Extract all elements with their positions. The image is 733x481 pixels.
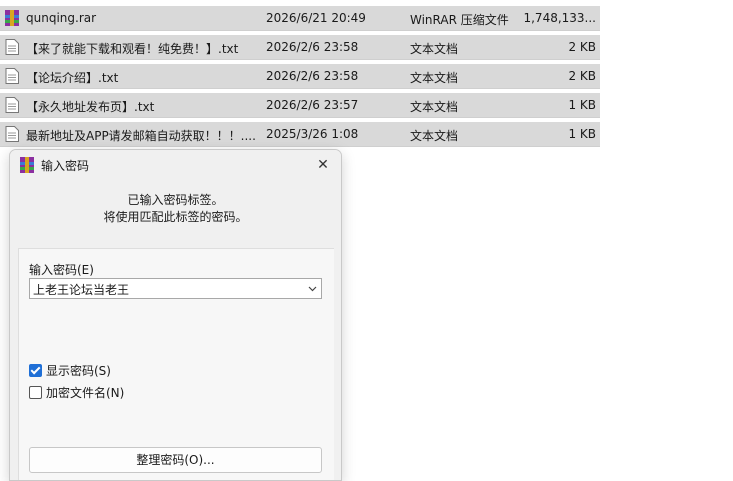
file-size: 2 KB (568, 40, 596, 54)
file-type: 文本文档 (410, 71, 459, 85)
file-row[interactable]: qunqing.rar 2026/6/21 20:49 WinRAR 压缩文件 … (0, 6, 600, 31)
show-password-checkbox[interactable] (29, 364, 42, 377)
encrypt-names-label: 加密文件名(N) (46, 386, 125, 400)
file-date: 2025/3/26 1:08 (266, 127, 359, 141)
file-size: 1 KB (568, 98, 596, 112)
chevron-down-icon[interactable] (308, 284, 317, 293)
file-name: 【论坛介绍】.txt (26, 71, 119, 85)
message-line: 将使用匹配此标签的密码。 (103, 210, 248, 224)
text-file-icon (5, 126, 19, 142)
file-row[interactable]: 【来了就能下载和观看！纯免费！】.txt 2026/2/6 23:58 文本文档… (0, 35, 600, 60)
file-name: 【来了就能下载和观看！纯免费！】.txt (26, 42, 239, 56)
file-size: 1 KB (568, 127, 596, 141)
password-combobox[interactable]: 上老王论坛当老王 (29, 278, 322, 299)
file-type: 文本文档 (410, 129, 459, 143)
file-name: 【永久地址发布页】.txt (26, 100, 155, 114)
file-type: WinRAR 压缩文件 (410, 13, 509, 27)
encrypt-names-option[interactable]: 加密文件名(N) (29, 384, 124, 401)
winrar-icon (20, 157, 34, 173)
close-icon[interactable]: ✕ (311, 153, 335, 177)
file-date: 2026/2/6 23:57 (266, 98, 359, 112)
file-date: 2026/2/6 23:58 (266, 40, 359, 54)
password-label: 输入密码(E) (29, 263, 94, 277)
file-row[interactable]: 【论坛介绍】.txt 2026/2/6 23:58 文本文档 2 KB (0, 64, 600, 89)
show-password-option[interactable]: 显示密码(S) (29, 362, 111, 379)
text-file-icon (5, 68, 19, 84)
file-row[interactable]: 【永久地址发布页】.txt 2026/2/6 23:57 文本文档 1 KB (0, 93, 600, 118)
dialog-title: 输入密码 (41, 159, 90, 173)
file-size: 1,748,133... (523, 11, 596, 25)
file-list: qunqing.rar 2026/6/21 20:49 WinRAR 压缩文件 … (0, 6, 600, 151)
manage-passwords-button[interactable]: 整理密码(O)... (29, 447, 322, 473)
file-name: 最新地址及APP请发邮箱自动获取！！！.... (26, 129, 256, 143)
encrypt-names-checkbox[interactable] (29, 386, 42, 399)
text-file-icon (5, 97, 19, 113)
file-row[interactable]: 最新地址及APP请发邮箱自动获取！！！.... 2025/3/26 1:08 文… (0, 122, 600, 147)
rar-archive-icon (5, 10, 19, 26)
password-dialog: 输入密码 ✕ 已输入密码标签。 将使用匹配此标签的密码。 输入密码(E) 上老王… (9, 149, 342, 481)
file-type: 文本文档 (410, 42, 459, 56)
message-line: 已输入密码标签。 (127, 193, 224, 207)
file-size: 2 KB (568, 69, 596, 83)
file-name: qunqing.rar (26, 11, 97, 25)
file-type: 文本文档 (410, 100, 459, 114)
file-date: 2026/6/21 20:49 (266, 11, 366, 25)
file-date: 2026/2/6 23:58 (266, 69, 359, 83)
dialog-message: 已输入密码标签。 将使用匹配此标签的密码。 (10, 192, 341, 226)
show-password-label: 显示密码(S) (46, 364, 111, 378)
text-file-icon (5, 39, 19, 55)
password-value: 上老王论坛当老王 (33, 283, 130, 297)
dialog-titlebar[interactable]: 输入密码 ✕ (10, 150, 341, 180)
